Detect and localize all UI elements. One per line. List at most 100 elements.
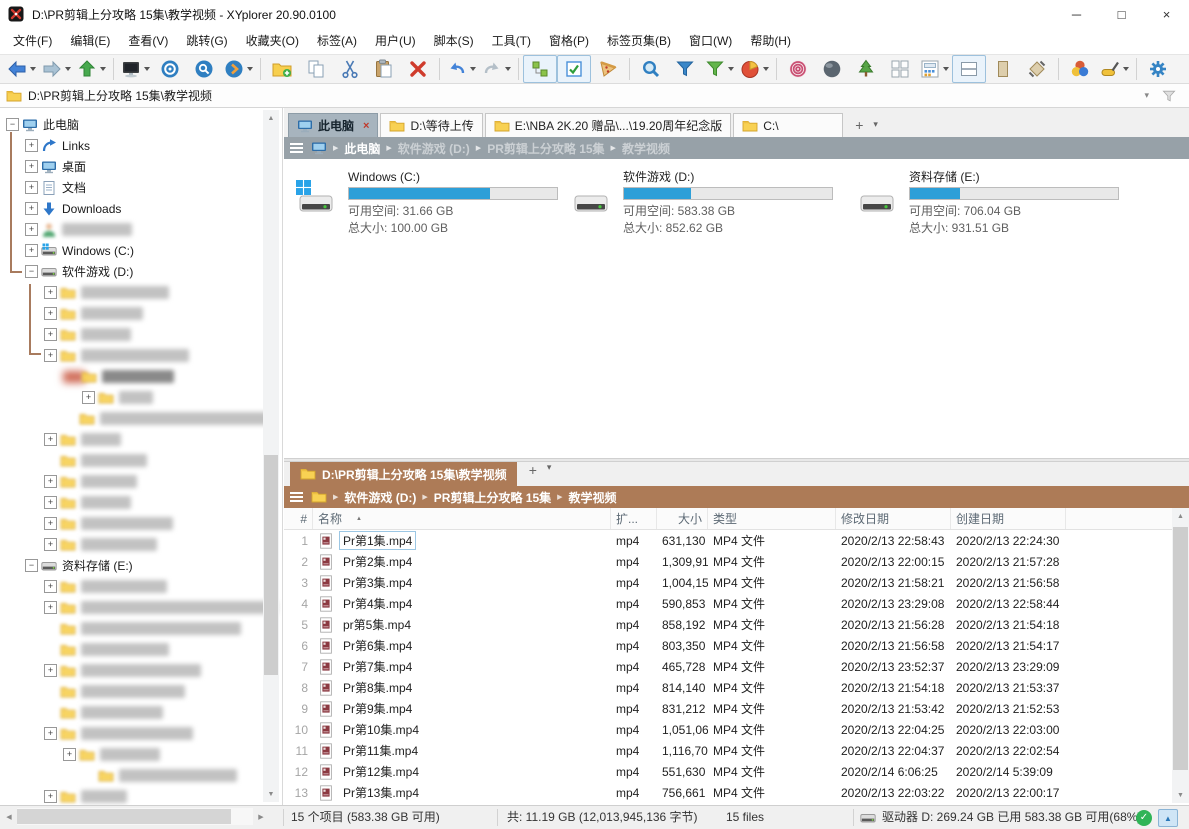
breadcrumb-part-2[interactable]: PR剪辑上分攻略 15集	[487, 140, 604, 157]
tab-list-dropdown-icon[interactable]: ▾	[547, 462, 552, 479]
tree-panel-button[interactable]	[523, 55, 557, 83]
file-row[interactable]: 8Pr第8集.mp4mp4814,140 ...MP4 文件2020/2/13 …	[284, 677, 1172, 698]
drive-item-2[interactable]: 资料存储 (E:)可用空间: 706.04 GB总大小: 931.51 GB	[859, 169, 1127, 241]
tree-expander-icon[interactable]: +	[82, 391, 95, 404]
tree-item-drive-e[interactable]: −资料存储 (E:)	[0, 555, 260, 576]
menu-item-tabsets[interactable]: 标签页集(B)	[598, 30, 680, 52]
maximize-button[interactable]: □	[1099, 0, 1144, 28]
tree-expander-icon[interactable]: +	[44, 286, 57, 299]
file-name-cell[interactable]: Pr第4集.mp4	[313, 594, 611, 613]
file-name-cell[interactable]: Pr第6集.mp4	[313, 636, 611, 655]
copy-button[interactable]	[299, 55, 333, 83]
scroll-up-icon[interactable]: ▲	[1172, 508, 1189, 524]
file-row[interactable]: 7Pr第7集.mp4mp4465,728 ...MP4 文件2020/2/13 …	[284, 656, 1172, 677]
breadcrumb-part-3[interactable]: 教学视频	[622, 140, 670, 157]
tree-item-redacted[interactable]: +	[0, 723, 260, 744]
delete-button[interactable]	[401, 55, 435, 83]
tree-item-drive-c[interactable]: +Windows (C:)	[0, 240, 260, 261]
tree-expander-icon[interactable]: −	[25, 265, 38, 278]
funnel-blue-button[interactable]	[668, 55, 702, 83]
scroll-up-icon[interactable]: ▲	[263, 110, 279, 126]
tree-expander-icon[interactable]: +	[44, 496, 57, 509]
column-header-ext[interactable]: 扩...	[611, 508, 657, 529]
menu-item-tools[interactable]: 工具(T)	[483, 30, 540, 52]
address-dropdown-icon[interactable]: ▾	[1144, 90, 1149, 101]
file-name-cell[interactable]: Pr第7集.mp4	[313, 657, 611, 676]
pane-menu-icon[interactable]	[290, 492, 303, 502]
column-header-type[interactable]: 类型	[708, 508, 836, 529]
undo-button[interactable]	[444, 55, 479, 83]
column-header-size[interactable]: 大小	[657, 508, 708, 529]
tree-expander-icon[interactable]: +	[44, 307, 57, 320]
balls-button[interactable]	[1063, 55, 1097, 83]
file-name-cell[interactable]: Pr第2集.mp4	[313, 552, 611, 571]
tree-item-redacted[interactable]: +	[0, 744, 260, 765]
tree-scrollbar[interactable]: ▲ ▼	[263, 110, 279, 802]
menu-item-view[interactable]: 查看(V)	[119, 30, 177, 52]
file-name-cell[interactable]: Pr第3集.mp4	[313, 573, 611, 592]
up-button[interactable]	[74, 55, 109, 83]
tree-expander-icon[interactable]: +	[44, 790, 57, 803]
tree-item-redacted[interactable]: +	[0, 786, 260, 805]
tree-button[interactable]	[849, 55, 883, 83]
tab-close-icon[interactable]: ×	[363, 120, 369, 132]
menu-item-window[interactable]: 窗口(W)	[680, 30, 741, 52]
menu-item-tags[interactable]: 标签(A)	[308, 30, 366, 52]
tree-item-redacted[interactable]: +	[0, 513, 260, 534]
tree-item-desktop[interactable]: +桌面	[0, 156, 260, 177]
target-button[interactable]	[153, 55, 187, 83]
file-name-cell[interactable]: Pr第13集.mp4	[313, 783, 611, 802]
breadcrumb-part-1[interactable]: 软件游戏 (D:)	[398, 140, 470, 157]
file-name-cell[interactable]: pr第5集.mp4	[313, 615, 611, 634]
tree-item-redacted[interactable]	[0, 681, 260, 702]
scrollbar-thumb[interactable]	[17, 809, 231, 824]
tab-d-pending-upload[interactable]: D:\等待上传	[380, 113, 482, 137]
column-header-modified[interactable]: 修改日期	[836, 508, 951, 529]
tree-item-redacted[interactable]	[0, 366, 260, 387]
tree-item-user[interactable]: +	[0, 219, 260, 240]
close-button[interactable]: ×	[1144, 0, 1189, 28]
gear-button[interactable]	[1141, 55, 1175, 83]
pie-button[interactable]	[737, 55, 772, 83]
tree-item-redacted[interactable]: +	[0, 597, 260, 618]
tree-expander-icon[interactable]: +	[44, 517, 57, 530]
tab-list-dropdown-icon[interactable]: ▾	[873, 119, 878, 130]
bowtie-button[interactable]	[1020, 55, 1054, 83]
tree-expander-icon[interactable]: +	[44, 538, 57, 551]
file-row[interactable]: 2Pr第2集.mp4mp41,309,91...MP4 文件2020/2/13 …	[284, 551, 1172, 572]
tab-c-drive[interactable]: C:\	[733, 113, 843, 137]
menu-item-scripts[interactable]: 脚本(S)	[425, 30, 483, 52]
monitor-button[interactable]	[118, 55, 153, 83]
file-row[interactable]: 13Pr第13集.mp4mp4756,661 ...MP4 文件2020/2/1…	[284, 782, 1172, 803]
drive-item-1[interactable]: 软件游戏 (D:)可用空间: 583.38 GB总大小: 852.62 GB	[573, 169, 841, 241]
scroll-top-button[interactable]: ▲	[1158, 809, 1178, 827]
tree-expander-icon[interactable]: +	[44, 664, 57, 677]
file-name-cell[interactable]: Pr第10集.mp4	[313, 720, 611, 739]
file-row[interactable]: 3Pr第3集.mp4mp41,004,15...MP4 文件2020/2/13 …	[284, 572, 1172, 593]
scroll-left-icon[interactable]: ◀	[1, 813, 17, 821]
file-row[interactable]: 4Pr第4集.mp4mp4590,853 ...MP4 文件2020/2/13 …	[284, 593, 1172, 614]
tree-item-redacted[interactable]	[0, 639, 260, 660]
tree-expander-icon[interactable]: +	[44, 475, 57, 488]
tree-item-redacted[interactable]	[0, 450, 260, 471]
scrollbar-thumb[interactable]	[1173, 527, 1188, 770]
menu-item-user[interactable]: 用户(U)	[366, 30, 425, 52]
tree-item-documents[interactable]: +文档	[0, 177, 260, 198]
forward-button[interactable]	[39, 55, 74, 83]
column-header-num[interactable]: #	[284, 508, 313, 529]
file-name-cell[interactable]: Pr第1集.mp4	[313, 531, 611, 550]
tree-expander-icon[interactable]: +	[44, 727, 57, 740]
tree-item-redacted[interactable]	[0, 408, 260, 429]
tab-current-folder[interactable]: D:\PR剪辑上分攻略 15集\教学视频	[290, 462, 517, 486]
tree-expander-icon[interactable]: +	[25, 139, 38, 152]
menu-item-edit[interactable]: 编辑(E)	[61, 30, 119, 52]
tree-expander-icon[interactable]: +	[44, 328, 57, 341]
folder-plus-button[interactable]	[265, 55, 299, 83]
menu-item-go[interactable]: 跳转(G)	[177, 30, 236, 52]
tree-expander-icon[interactable]: +	[44, 601, 57, 614]
grid4-button[interactable]	[883, 55, 917, 83]
minimize-button[interactable]: ─	[1054, 0, 1099, 28]
tree-item-downloads[interactable]: +Downloads	[0, 198, 260, 219]
tree-expander-icon[interactable]: +	[25, 181, 38, 194]
file-row[interactable]: 6Pr第6集.mp4mp4803,350 ...MP4 文件2020/2/13 …	[284, 635, 1172, 656]
